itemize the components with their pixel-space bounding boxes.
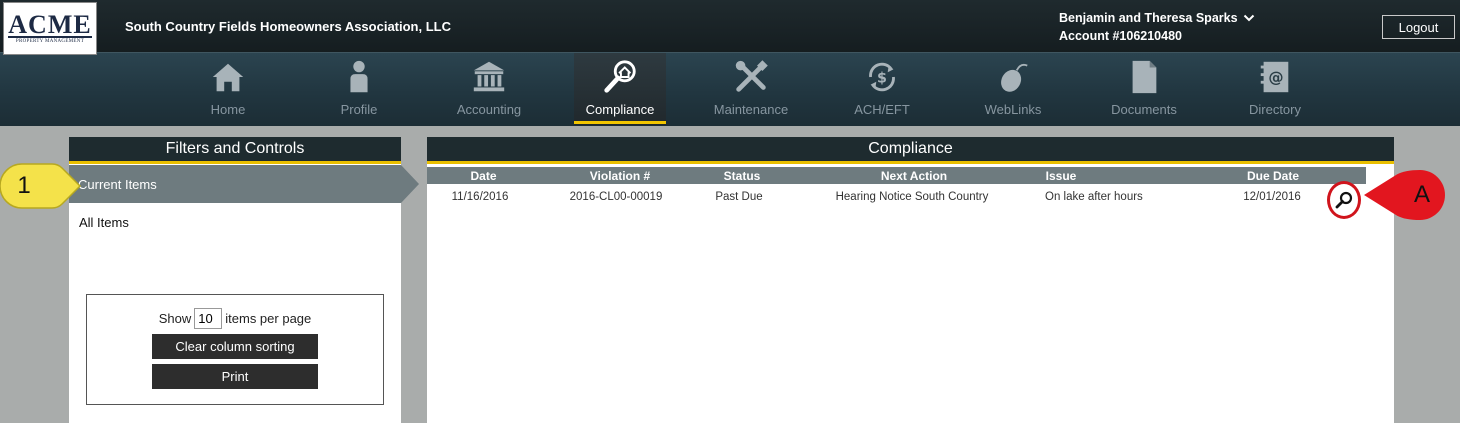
main-nav: Home Profile Accounting Compliance Maint… xyxy=(0,52,1460,126)
nav-label: ACH/EFT xyxy=(854,102,910,117)
per-page-input[interactable] xyxy=(194,308,223,329)
mouse-icon xyxy=(1001,63,1028,92)
home-icon xyxy=(212,63,244,92)
nav-home[interactable]: Home xyxy=(182,53,274,125)
acme-logo[interactable]: ACME PROPERTY MANAGEMENT xyxy=(3,2,97,55)
user-name-row[interactable]: Benjamin and Theresa Sparks xyxy=(1059,9,1255,27)
compliance-icon xyxy=(604,60,636,93)
nav-label: Maintenance xyxy=(713,102,789,117)
compliance-title: Compliance xyxy=(427,137,1394,164)
user-name: Benjamin and Theresa Sparks xyxy=(1059,11,1238,25)
print-button[interactable]: Print xyxy=(152,364,318,389)
logo-subtext: PROPERTY MANAGEMENT xyxy=(15,38,85,44)
user-menu[interactable]: Benjamin and Theresa Sparks Account #106… xyxy=(1059,9,1255,45)
callout-1: 1 xyxy=(0,162,82,210)
filter-current-label: Current Items xyxy=(78,176,157,192)
logo-text: ACME xyxy=(8,9,92,39)
account-number: Account #106210480 xyxy=(1059,29,1182,43)
chevron-down-icon[interactable] xyxy=(1243,12,1255,24)
profile-icon xyxy=(350,60,368,93)
compliance-panel: Compliance Date Violation # Status Next … xyxy=(427,137,1394,423)
filter-current-items[interactable]: Current Items xyxy=(69,165,419,203)
filters-title: Filters and Controls xyxy=(69,137,401,164)
col-date[interactable]: Date xyxy=(427,169,540,183)
per-page-suffix: items per page xyxy=(225,311,312,326)
controls-box: Show items per page Clear column sorting… xyxy=(86,294,384,405)
document-icon xyxy=(1132,60,1157,94)
nav-compliance[interactable]: Compliance xyxy=(574,53,666,125)
nav-maintenance[interactable]: Maintenance xyxy=(705,53,797,125)
nav-label: Profile xyxy=(340,102,378,117)
per-page-row: Show items per page xyxy=(87,308,383,329)
cell-next-action: Hearing Notice South Country xyxy=(835,191,989,203)
nav-directory[interactable]: @ Directory xyxy=(1229,53,1321,125)
col-next-action[interactable]: Next Action xyxy=(784,169,1044,183)
show-label: Show xyxy=(158,311,192,326)
col-due-date[interactable]: Due Date xyxy=(1227,169,1319,183)
callout-1-label: 1 xyxy=(17,172,31,199)
magnifier-icon xyxy=(1335,191,1353,209)
nav-label: Documents xyxy=(1111,102,1177,117)
nav-label: Directory xyxy=(1248,102,1301,117)
nav-label: Compliance xyxy=(585,102,655,117)
nav-label: WebLinks xyxy=(984,102,1042,117)
tools-icon xyxy=(735,60,768,92)
table-header: Date Violation # Status Next Action Issu… xyxy=(427,167,1366,184)
nav-weblinks[interactable]: WebLinks xyxy=(967,53,1059,125)
view-details-button[interactable] xyxy=(1327,181,1361,219)
bank-icon xyxy=(473,61,505,92)
svg-text:@: @ xyxy=(1268,69,1283,87)
svg-text:$: $ xyxy=(877,71,887,87)
cell-due-date: 12/01/2016 xyxy=(1243,191,1301,203)
nav-ach-eft[interactable]: $ ACH/EFT xyxy=(836,53,928,125)
col-status[interactable]: Status xyxy=(700,169,784,183)
dollar-refresh-icon: $ xyxy=(869,62,895,92)
nav-accounting[interactable]: Accounting xyxy=(443,53,535,125)
cell-date: 11/16/2016 xyxy=(451,191,509,203)
filter-all-items[interactable]: All Items xyxy=(69,203,401,230)
cell-issue: On lake after hours xyxy=(1045,191,1143,203)
nav-label: Accounting xyxy=(456,102,522,117)
top-bar: South Country Fields Homeowners Associat… xyxy=(0,0,1460,52)
callout-a-label: A xyxy=(1413,181,1430,208)
org-name: South Country Fields Homeowners Associat… xyxy=(125,19,451,34)
logout-button[interactable]: Logout xyxy=(1382,15,1455,39)
col-violation[interactable]: Violation # xyxy=(540,169,700,183)
cell-status: Past Due xyxy=(715,191,763,203)
cell-violation: 2016-CL00-00019 xyxy=(569,191,663,203)
callout-a: A xyxy=(1362,168,1458,222)
nav-label: Home xyxy=(210,102,246,117)
table-row[interactable]: 11/16/2016 2016-CL00-00019 Past Due Hear… xyxy=(427,185,1366,207)
address-book-icon: @ xyxy=(1260,61,1289,93)
col-issue[interactable]: Issue xyxy=(1044,169,1078,183)
nav-profile[interactable]: Profile xyxy=(313,53,405,125)
filters-panel: Filters and Controls Current Items All I… xyxy=(69,137,419,423)
nav-documents[interactable]: Documents xyxy=(1098,53,1190,125)
clear-sorting-button[interactable]: Clear column sorting xyxy=(152,334,318,359)
